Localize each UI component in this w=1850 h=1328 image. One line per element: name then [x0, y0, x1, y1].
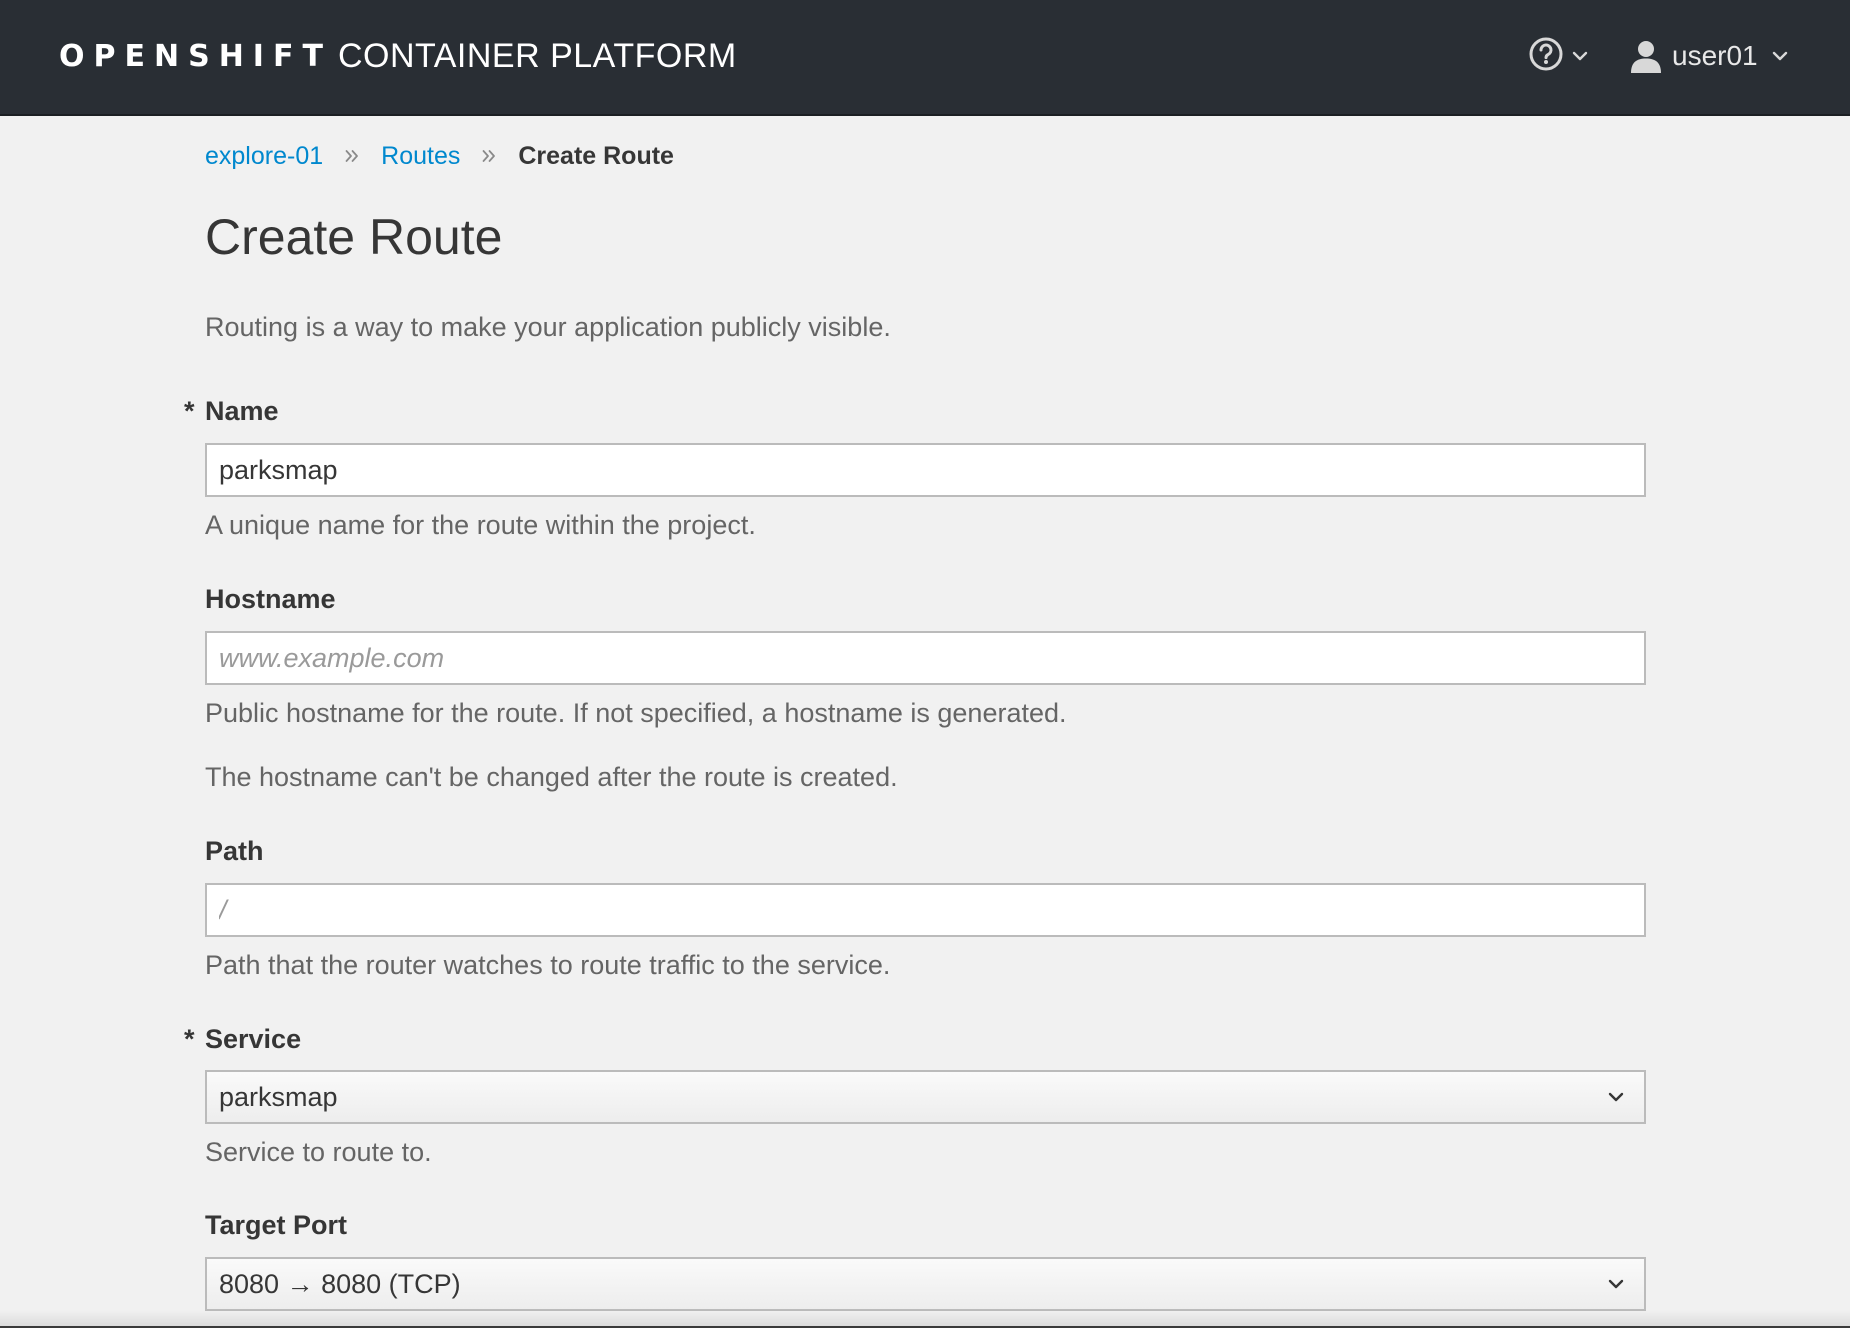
hostname-input[interactable] [205, 631, 1646, 685]
page-title: Create Route [205, 209, 503, 265]
service-select[interactable]: parksmap [205, 1070, 1646, 1124]
user-menu-button[interactable]: user01 [1630, 36, 1788, 76]
username-label: user01 [1672, 40, 1758, 71]
target-port-select[interactable]: 8080 → 8080 (TCP) [205, 1257, 1646, 1311]
double-chevron-right-icon [345, 149, 359, 163]
question-circle-icon [1528, 36, 1564, 77]
top-navbar: OPENSHIFT CONTAINER PLATFORM user01 [0, 0, 1850, 116]
required-indicator: * [184, 396, 195, 426]
service-label: Service [205, 1024, 302, 1054]
path-label: Path [205, 836, 264, 866]
brand-subtitle: CONTAINER PLATFORM [337, 36, 737, 75]
target-port-select-value: 8080 → 8080 (TCP) [219, 1268, 461, 1299]
hostname-help-text: Public hostname for the route. If not sp… [205, 698, 1067, 728]
breadcrumb: explore-01 Routes Create Route [205, 138, 674, 174]
help-menu-button[interactable] [1528, 36, 1588, 76]
chevron-down-icon [1606, 1277, 1626, 1291]
hostname-help-text-2: The hostname can't be changed after the … [205, 762, 898, 792]
path-input[interactable] [205, 883, 1646, 937]
chevron-down-icon [1572, 51, 1588, 61]
service-select-value: parksmap [219, 1081, 338, 1112]
brand-name: OPENSHIFT [59, 38, 332, 74]
breadcrumb-project-link[interactable]: explore-01 [205, 142, 323, 171]
target-port-label: Target Port [205, 1210, 348, 1240]
chevron-down-icon [1772, 51, 1788, 61]
name-help-text: A unique name for the route within the p… [205, 510, 756, 540]
path-help-text: Path that the router watches to route tr… [205, 950, 891, 980]
service-help-text: Service to route to. [205, 1137, 432, 1167]
required-indicator: * [184, 1024, 195, 1054]
breadcrumb-current: Create Route [518, 141, 674, 170]
user-icon [1630, 39, 1662, 73]
name-label: Name [205, 396, 279, 426]
chevron-down-icon [1606, 1090, 1626, 1104]
brand-logo[interactable]: OPENSHIFT CONTAINER PLATFORM [59, 36, 737, 76]
double-chevron-right-icon [482, 149, 496, 163]
page-intro: Routing is a way to make your applicatio… [205, 312, 891, 342]
breadcrumb-routes-link[interactable]: Routes [381, 142, 460, 171]
hostname-label: Hostname [205, 584, 336, 614]
name-input[interactable] [205, 443, 1646, 497]
